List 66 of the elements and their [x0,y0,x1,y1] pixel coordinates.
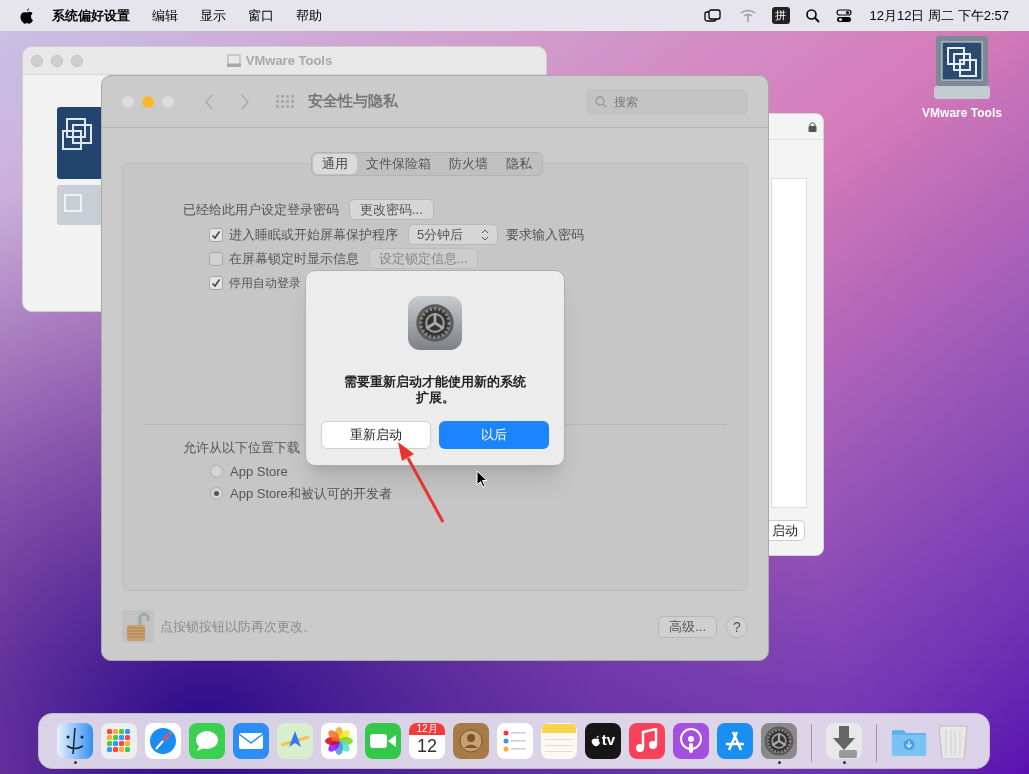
checklist-icon[interactable] [497,722,533,759]
radio-button[interactable] [210,465,223,478]
change-password-button[interactable]: 更改密码... [349,199,434,220]
compass-icon[interactable] [145,722,181,759]
window-title: VMware Tools [245,51,333,70]
dialog-button[interactable]: 重新启动 [321,421,431,449]
option-label: 在屏幕锁定时显示信息 [229,249,359,268]
tab[interactable]: 文件保险箱 [357,154,440,174]
menu-bar-clock[interactable]: 12月12日 周二 下午2:57 [869,5,1009,26]
search-icon[interactable] [805,8,820,23]
search-field[interactable]: 搜索 [586,88,748,115]
lock-hint-text: 点按锁按钮以防再次更改。 [160,617,316,636]
toggle-switches-icon[interactable] [835,8,852,23]
option-label: 进入睡眠或开始屏幕保护程序 [229,225,398,244]
mouse-pointer-icon [476,470,488,488]
advanced-button[interactable]: 高级... [658,615,717,638]
option-label: 停用自动登录 [229,274,301,292]
checkbox[interactable] [209,251,223,266]
delay-popup[interactable]: 5分钟后 [408,224,498,245]
help-button[interactable]: ? [726,615,748,638]
apple-logo-icon[interactable] [20,7,34,24]
up-down-chevron-icon [481,228,489,241]
checkbox[interactable] [209,275,223,290]
option-suffix: 要求输入密码 [506,225,584,244]
menu-item[interactable]: 窗口 [248,5,274,26]
tab[interactable]: 通用 [313,154,357,174]
podcast-icon[interactable] [673,722,709,759]
radio-button[interactable] [210,487,223,500]
default-button[interactable]: 以后 [439,421,549,449]
contact-book-icon[interactable] [453,722,489,759]
tab[interactable]: 防火墙 [440,154,497,174]
lock-icon [808,121,817,132]
window-title: 安全性与隐私 [308,91,398,112]
face-icon[interactable] [57,722,93,759]
password-label: 已经给此用户设定登录密码 [183,200,339,219]
package-icon[interactable] [57,107,103,179]
app-store-icon[interactable] [717,722,753,759]
wifi-icon[interactable] [739,8,756,23]
checkbox[interactable] [209,227,223,242]
map-icon[interactable] [277,722,313,759]
calendar-icon[interactable]: 12月 12 [409,722,445,759]
envelope-icon[interactable] [233,722,269,759]
search-icon [595,95,607,108]
overlapping-windows-icon[interactable] [703,8,722,23]
grid-icon[interactable] [101,722,137,759]
input-method-indicator[interactable]: 拼 [771,7,790,24]
allow-downloads-label: 允许从以下位置下载 [183,440,300,455]
app-menu[interactable]: 系统偏好设置 [52,5,130,26]
tv-icon[interactable]: tv [585,722,621,759]
video-camera-icon[interactable] [365,722,401,759]
drive-icon[interactable] [934,36,990,100]
padlock-icon[interactable] [122,610,154,643]
menu-item[interactable]: 帮助 [296,5,322,26]
chat-bubble-icon[interactable] [189,722,225,759]
alert-message: 需要重新启动才能使用新的系统扩展。 [343,374,527,406]
installer-icon[interactable] [826,722,862,759]
gear-icon[interactable] [761,722,797,759]
disk-icon [226,53,241,68]
radio-label: App Store和被认可的开发者 [230,484,392,503]
tab[interactable]: 隐私 [497,154,541,174]
menu-item[interactable]: 显示 [200,5,226,26]
radio-label: App Store [230,462,288,481]
flower-icon[interactable] [321,722,357,759]
music-note-icon[interactable] [629,722,665,759]
menu-item[interactable]: 编辑 [152,5,178,26]
gear-icon [408,296,462,350]
